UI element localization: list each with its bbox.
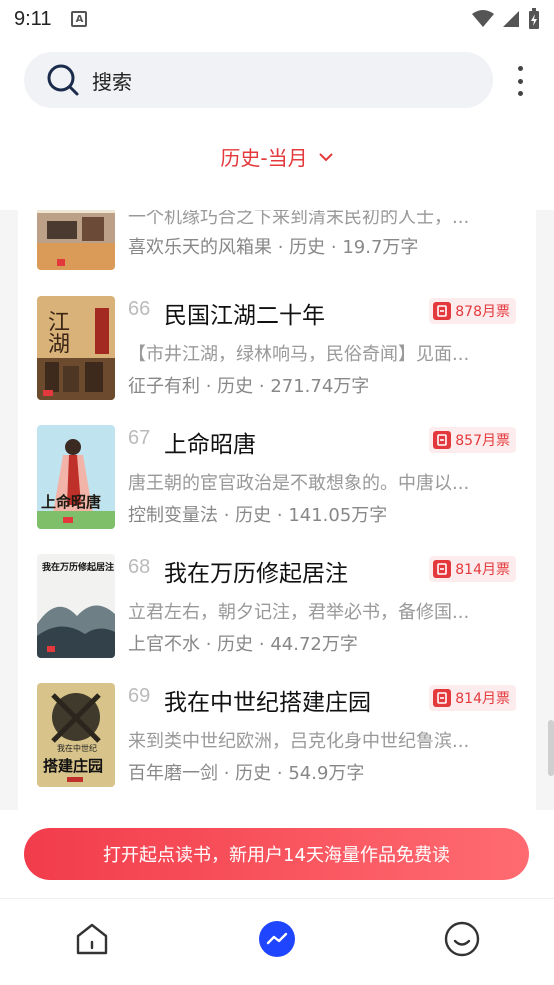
ticket-badge: 814月票 [429,556,516,582]
book-cover: 我在中世纪 搭建庄园 [37,683,115,787]
ticket-badge: 857月票 [429,427,516,453]
promo-area: 打开起点读书，新用户14天海量作品免费读 [0,810,554,898]
list-item[interactable]: 我在万历修起居注 68 我在万历修起居注 814月票 立君左右，朝夕记注，君举必… [18,554,536,664]
list-item[interactable]: 江湖 66 民国江湖二十年 878月票 【市井江湖，绿林响马，民俗奇闻】见面..… [18,296,536,406]
book-cover: 上命昭唐 [37,425,115,529]
book-meta: 喜欢乐天的风箱果 · 历史 · 19.7万字 [128,237,419,258]
book-title: 我在万历修起居注 [164,561,348,587]
cover-title: 我在万历修起居注 [42,563,115,573]
status-time: 9:11 [14,7,52,30]
bottom-tab-bar [0,898,554,985]
ranking-list: 一个机缘巧合之下来到清末民初的人士，... 喜欢乐天的风箱果 · 历史 · 19… [18,210,536,810]
filter-label: 历史-当月 [220,146,308,170]
list-item[interactable]: 我在中世纪 搭建庄园 69 我在中世纪搭建庄园 814月票 来到类中世纪欧洲，吕… [18,683,536,793]
book-desc: 来到类中世纪欧洲，吕克化身中世纪鲁滨... [128,731,470,752]
ticket-icon [433,689,452,707]
search-label: 搜索 [92,69,132,94]
book-desc: 一个机缘巧合之下来到清末民初的人士，... [128,210,470,228]
ticket-icon [433,560,452,578]
book-cover: 江湖 [37,296,115,400]
battery-icon [529,8,539,29]
search-icon [47,64,79,96]
chevron-down-icon [318,152,333,161]
home-icon[interactable] [72,919,112,959]
ticket-icon [433,431,452,449]
book-cover [37,210,115,270]
book-title: 上命昭唐 [164,432,256,458]
cover-title: 我在中世纪 [57,744,97,753]
book-title: 民国江湖二十年 [164,303,325,329]
notification-icon: A [71,11,88,27]
ticket-badge: 878月票 [429,298,516,324]
profile-icon[interactable] [442,919,482,959]
status-bar: 9:11 A [0,0,554,38]
ticket-count: 814月票 [455,691,510,707]
cover-title: 上命昭唐 [41,493,102,511]
book-meta: 控制变量法 · 历史 · 141.05万字 [128,505,388,526]
ticket-count: 857月票 [455,433,510,449]
trending-icon[interactable] [257,919,297,959]
list-item[interactable]: 上命昭唐 67 上命昭唐 857月票 唐王朝的宦官政治是不敢想象的。中唐以...… [18,425,536,535]
rank-number: 66 [128,298,151,320]
rank-number: 69 [128,685,151,707]
rank-number: 68 [128,556,151,578]
wifi-icon [472,10,494,27]
ticket-count: 814月票 [455,562,510,578]
status-indicators [472,8,540,30]
cover-title: 搭建庄园 [43,757,104,775]
signal-icon [503,11,519,27]
book-meta: 征子有利 · 历史 · 271.74万字 [128,376,370,397]
book-cover: 我在万历修起居注 [37,554,115,658]
promo-button[interactable]: 打开起点读书，新用户14天海量作品免费读 [24,828,529,880]
search-bar[interactable]: 搜索 [24,52,493,108]
scrollbar[interactable] [548,720,554,776]
rank-number: 67 [128,427,151,449]
book-desc: 唐王朝的宦官政治是不敢想象的。中唐以... [128,473,470,494]
more-icon[interactable] [510,66,530,96]
ticket-badge: 814月票 [429,685,516,711]
cover-title: 江湖 [44,310,69,354]
book-desc: 立君左右，朝夕记注，君举必书，备修国... [128,602,470,623]
ticket-icon [433,302,452,320]
header: 搜索 历史-当月 [0,38,554,210]
filter-selector[interactable]: 历史-当月 [0,142,554,171]
book-meta: 百年磨一剑 · 历史 · 54.9万字 [128,763,365,784]
book-title: 我在中世纪搭建庄园 [164,690,371,716]
book-meta: 上官不水 · 历史 · 44.72万字 [128,634,358,655]
book-desc: 【市井江湖，绿林响马，民俗奇闻】见面... [128,344,470,365]
ticket-count: 878月票 [455,304,510,320]
